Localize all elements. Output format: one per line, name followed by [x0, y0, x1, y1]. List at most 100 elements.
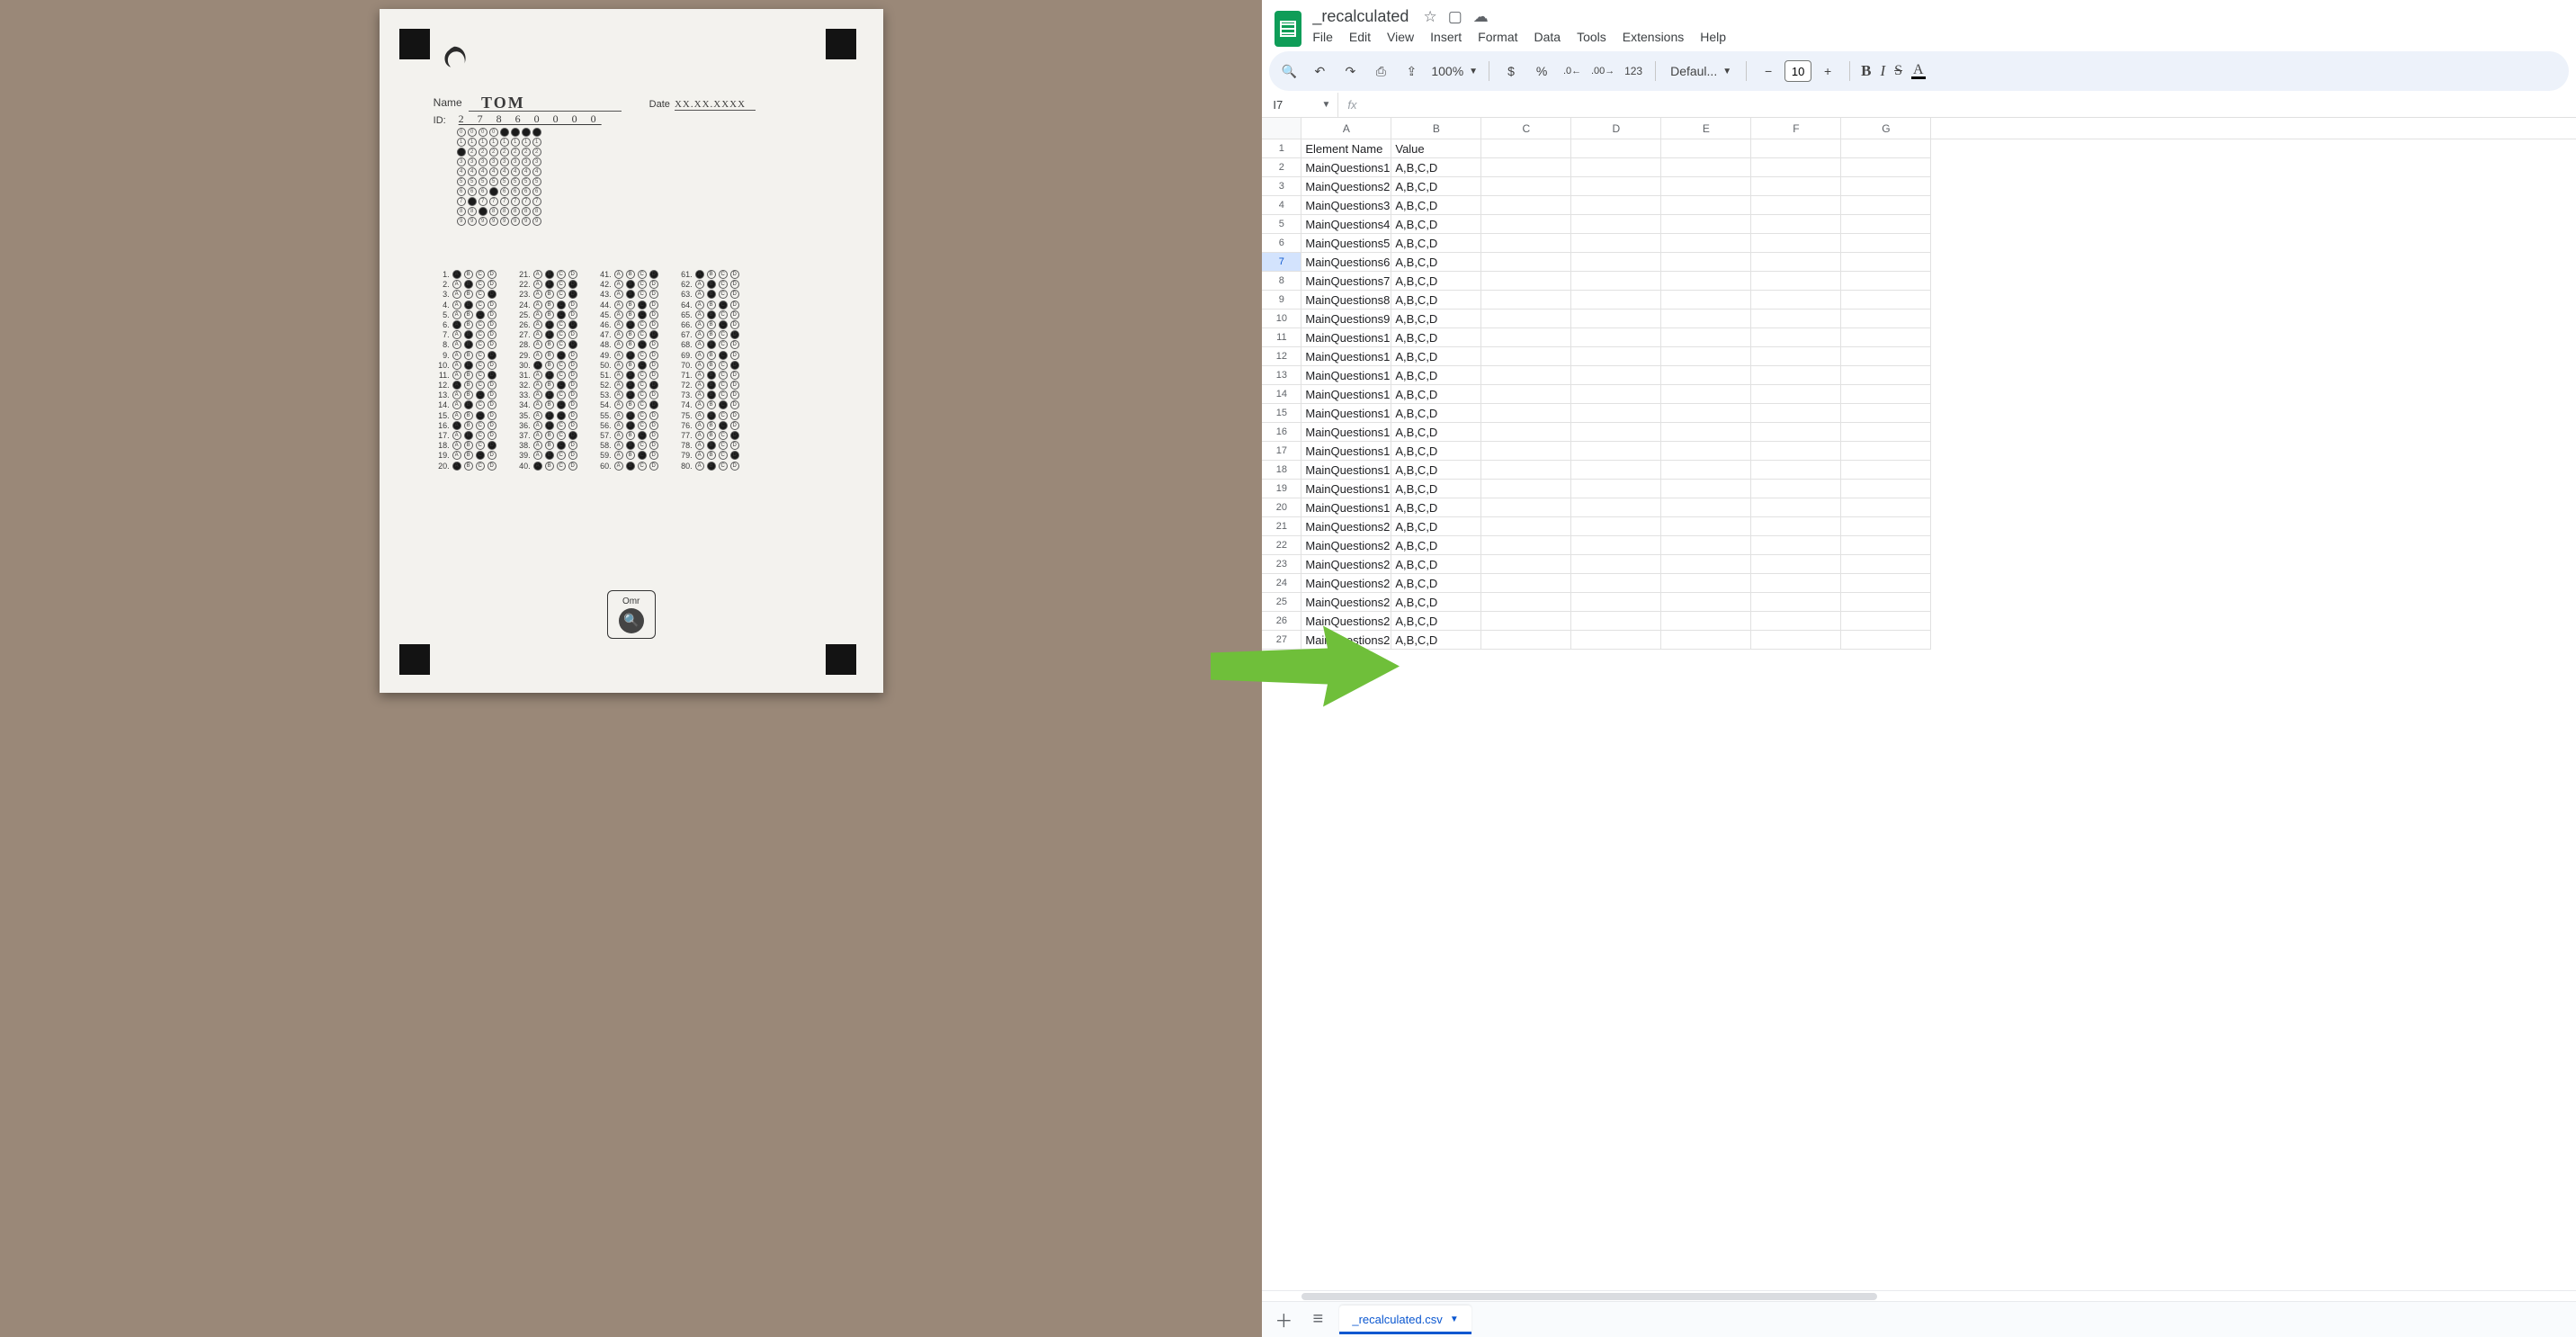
cell[interactable]: [1841, 253, 1931, 272]
cell[interactable]: MainQuestions3: [1301, 196, 1391, 215]
cell[interactable]: [1841, 404, 1931, 423]
bold-button[interactable]: B: [1861, 62, 1871, 80]
cell[interactable]: [1751, 517, 1841, 536]
cell[interactable]: [1661, 385, 1751, 404]
cell[interactable]: A,B,C,D: [1391, 366, 1481, 385]
table-row[interactable]: 10MainQuestions9A,B,C,D: [1262, 310, 2576, 328]
cell[interactable]: [1841, 310, 1931, 328]
font-family-dropdown[interactable]: Defaul...▼: [1667, 64, 1735, 78]
cell[interactable]: A,B,C,D: [1391, 253, 1481, 272]
table-row[interactable]: 20MainQuestions1A,B,C,D: [1262, 498, 2576, 517]
row-header[interactable]: 6: [1262, 234, 1301, 253]
cell[interactable]: A,B,C,D: [1391, 631, 1481, 650]
cell[interactable]: [1571, 310, 1661, 328]
cell[interactable]: [1751, 196, 1841, 215]
table-row[interactable]: 11MainQuestions1A,B,C,D: [1262, 328, 2576, 347]
column-header-D[interactable]: D: [1571, 118, 1661, 139]
table-row[interactable]: 5MainQuestions4A,B,C,D: [1262, 215, 2576, 234]
cell[interactable]: [1571, 517, 1661, 536]
cell[interactable]: [1661, 536, 1751, 555]
cell[interactable]: [1571, 536, 1661, 555]
menu-view[interactable]: View: [1387, 30, 1414, 44]
cell[interactable]: [1481, 347, 1571, 366]
column-header-C[interactable]: C: [1481, 118, 1571, 139]
cell[interactable]: [1841, 158, 1931, 177]
cell[interactable]: MainQuestions2: [1301, 517, 1391, 536]
cell[interactable]: [1481, 366, 1571, 385]
cell[interactable]: [1571, 177, 1661, 196]
cell[interactable]: [1481, 310, 1571, 328]
row-header[interactable]: 23: [1262, 555, 1301, 574]
row-header[interactable]: 17: [1262, 442, 1301, 461]
row-header[interactable]: 1: [1262, 139, 1301, 158]
cell[interactable]: [1571, 480, 1661, 498]
row-header[interactable]: 16: [1262, 423, 1301, 442]
cell[interactable]: A,B,C,D: [1391, 234, 1481, 253]
decrease-decimal-button[interactable]: .0←: [1561, 60, 1583, 82]
add-sheet-button[interactable]: ＋: [1271, 1307, 1296, 1333]
sheets-logo-icon[interactable]: [1275, 11, 1301, 47]
cell[interactable]: MainQuestions9: [1301, 310, 1391, 328]
cell[interactable]: MainQuestions7: [1301, 272, 1391, 291]
cell[interactable]: [1751, 631, 1841, 650]
cell[interactable]: [1481, 536, 1571, 555]
paint-format-button[interactable]: ⇪: [1400, 60, 1422, 82]
cell[interactable]: MainQuestions2: [1301, 593, 1391, 612]
table-row[interactable]: 26MainQuestions2A,B,C,D: [1262, 612, 2576, 631]
undo-button[interactable]: ↶: [1309, 60, 1330, 82]
cell[interactable]: [1841, 442, 1931, 461]
cell[interactable]: MainQuestions1: [1301, 347, 1391, 366]
cell[interactable]: [1571, 196, 1661, 215]
cell[interactable]: A,B,C,D: [1391, 404, 1481, 423]
table-row[interactable]: 15MainQuestions1A,B,C,D: [1262, 404, 2576, 423]
cell[interactable]: [1481, 139, 1571, 158]
table-row[interactable]: 21MainQuestions2A,B,C,D: [1262, 517, 2576, 536]
cell[interactable]: A,B,C,D: [1391, 310, 1481, 328]
cell[interactable]: [1841, 347, 1931, 366]
print-button[interactable]: ⎙: [1370, 60, 1391, 82]
cell[interactable]: A,B,C,D: [1391, 328, 1481, 347]
cell[interactable]: [1481, 517, 1571, 536]
cell[interactable]: [1751, 291, 1841, 310]
cell[interactable]: [1481, 215, 1571, 234]
cell[interactable]: [1751, 498, 1841, 517]
cell[interactable]: [1661, 612, 1751, 631]
cell[interactable]: [1661, 442, 1751, 461]
cell[interactable]: MainQuestions2: [1301, 177, 1391, 196]
cell[interactable]: [1751, 385, 1841, 404]
cell[interactable]: [1571, 574, 1661, 593]
cell[interactable]: MainQuestions1: [1301, 385, 1391, 404]
cell[interactable]: [1751, 234, 1841, 253]
column-header-A[interactable]: A: [1301, 118, 1391, 139]
cell[interactable]: [1841, 272, 1931, 291]
cell[interactable]: A,B,C,D: [1391, 498, 1481, 517]
row-header[interactable]: 2: [1262, 158, 1301, 177]
menu-data[interactable]: Data: [1534, 30, 1561, 44]
cell[interactable]: [1661, 366, 1751, 385]
formula-input[interactable]: [1365, 98, 2576, 112]
cell[interactable]: A,B,C,D: [1391, 517, 1481, 536]
cell[interactable]: [1661, 291, 1751, 310]
cell[interactable]: [1661, 555, 1751, 574]
cell[interactable]: [1661, 423, 1751, 442]
cell[interactable]: [1751, 253, 1841, 272]
cell[interactable]: [1481, 593, 1571, 612]
row-header[interactable]: 7: [1262, 253, 1301, 272]
redo-button[interactable]: ↷: [1339, 60, 1361, 82]
cell[interactable]: [1661, 234, 1751, 253]
cell[interactable]: [1841, 612, 1931, 631]
cell[interactable]: [1751, 158, 1841, 177]
cell[interactable]: [1751, 442, 1841, 461]
table-row[interactable]: 13MainQuestions1A,B,C,D: [1262, 366, 2576, 385]
cell[interactable]: [1481, 442, 1571, 461]
table-row[interactable]: 12MainQuestions1A,B,C,D: [1262, 347, 2576, 366]
menu-insert[interactable]: Insert: [1430, 30, 1462, 44]
cell[interactable]: [1751, 404, 1841, 423]
table-row[interactable]: 8MainQuestions7A,B,C,D: [1262, 272, 2576, 291]
cell[interactable]: MainQuestions2: [1301, 574, 1391, 593]
cell[interactable]: [1571, 423, 1661, 442]
cell[interactable]: MainQuestions4: [1301, 215, 1391, 234]
cell[interactable]: A,B,C,D: [1391, 612, 1481, 631]
name-box[interactable]: I7 ▼: [1266, 98, 1337, 112]
cell[interactable]: [1571, 234, 1661, 253]
